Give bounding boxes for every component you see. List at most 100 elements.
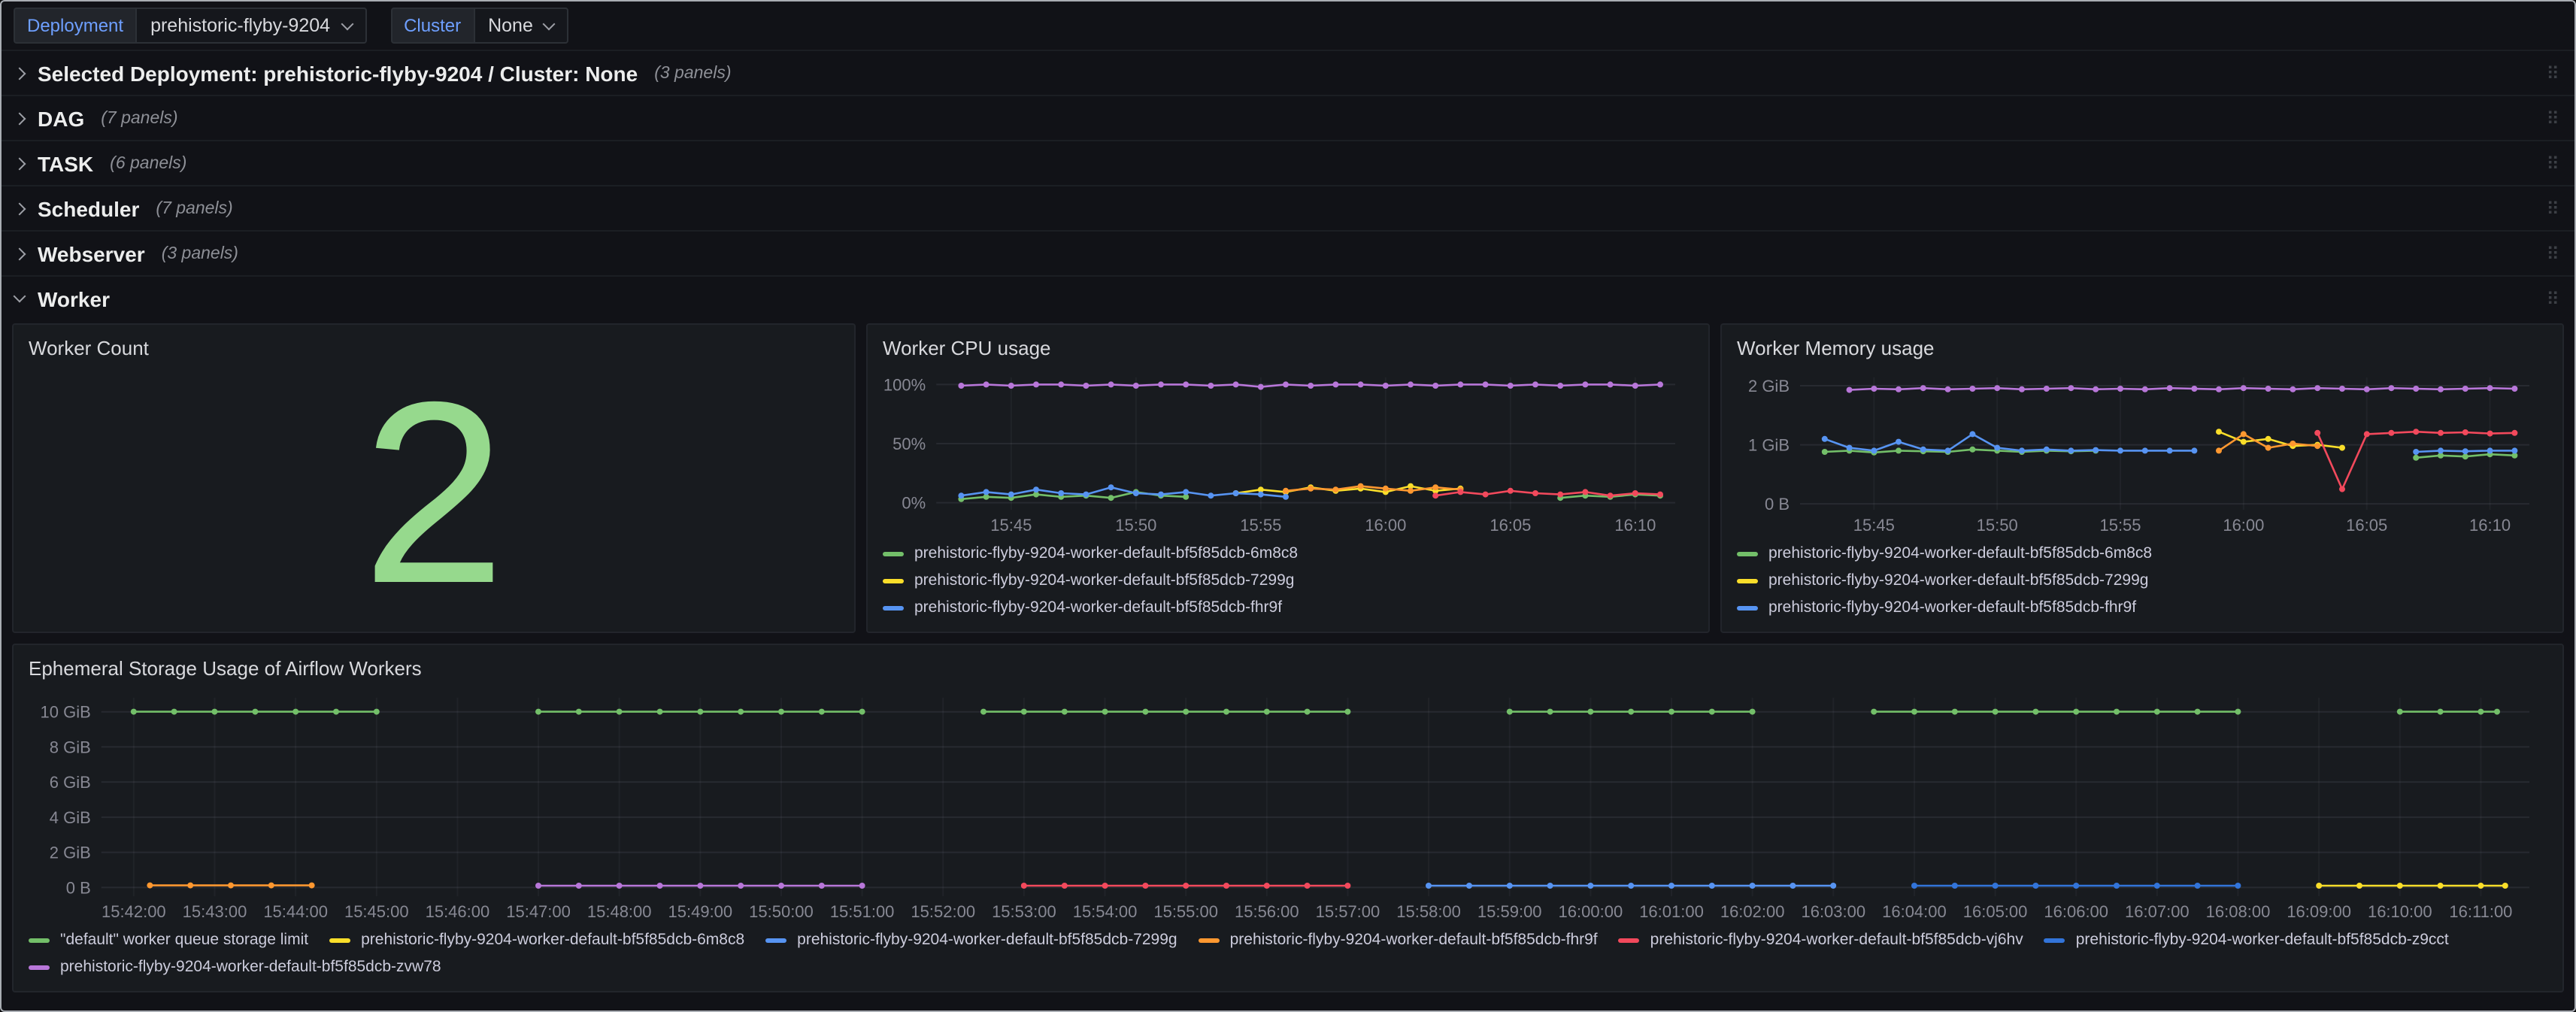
svg-text:16:10: 16:10 [2469, 516, 2511, 535]
worker-cpu-legend: prehistoric-flyby-9204-worker-default-bf… [883, 538, 1693, 620]
svg-text:15:46:00: 15:46:00 [426, 902, 490, 921]
legend-item[interactable]: prehistoric-flyby-9204-worker-default-bf… [883, 543, 1693, 565]
svg-text:15:45: 15:45 [1853, 516, 1895, 535]
cluster-variable-select[interactable]: None [473, 8, 569, 44]
svg-text:100%: 100% [883, 375, 926, 394]
series-name: prehistoric-flyby-9204-worker-default-bf… [1768, 543, 2152, 565]
legend-item[interactable]: prehistoric-flyby-9204-worker-default-bf… [883, 597, 1693, 620]
series-color-marker [883, 606, 904, 611]
series-name: "default" worker queue storage limit [60, 929, 308, 952]
legend-item[interactable]: prehistoric-flyby-9204-worker-default-bf… [1737, 597, 2547, 620]
chevron-right-icon [14, 247, 26, 260]
chevron-down-icon [14, 290, 26, 303]
series-color-marker [1199, 938, 1220, 943]
legend-item[interactable]: prehistoric-flyby-9204-worker-default-bf… [1199, 929, 1598, 952]
svg-text:16:01:00: 16:01:00 [1639, 902, 1704, 921]
svg-text:15:45:00: 15:45:00 [344, 902, 409, 921]
row-drag-handle[interactable]: ⠿ [2546, 243, 2561, 264]
svg-text:50%: 50% [893, 435, 926, 453]
series-color-marker [1737, 606, 1758, 611]
series-color-marker [29, 938, 50, 943]
legend-item[interactable]: prehistoric-flyby-9204-worker-default-bf… [883, 570, 1693, 592]
legend-item[interactable]: prehistoric-flyby-9204-worker-default-bf… [1737, 543, 2547, 565]
legend-item[interactable]: prehistoric-flyby-9204-worker-default-bf… [1619, 929, 2023, 952]
ephemeral-storage-chart[interactable]: 15:42:0015:43:0015:44:0015:45:0015:46:00… [29, 684, 2547, 925]
chevron-right-icon [14, 67, 26, 80]
row-drag-handle[interactable]: ⠿ [2546, 198, 2561, 219]
deployment-variable-select[interactable]: prehistoric-flyby-9204 [135, 8, 366, 44]
legend-item[interactable]: "default" worker queue storage limit [29, 929, 308, 952]
svg-text:16:09:00: 16:09:00 [2287, 902, 2351, 921]
svg-text:4 GiB: 4 GiB [50, 808, 91, 827]
row-title: Scheduler [38, 196, 139, 220]
legend-item[interactable]: prehistoric-flyby-9204-worker-default-bf… [329, 929, 744, 952]
svg-text:15:58:00: 15:58:00 [1396, 902, 1461, 921]
ephemeral-storage-panel: Ephemeral Storage Usage of Airflow Worke… [12, 644, 2564, 992]
svg-text:15:56:00: 15:56:00 [1235, 902, 1299, 921]
series-color-marker [765, 938, 786, 943]
panel-title-worker-memory[interactable]: Worker Memory usage [1737, 334, 2547, 364]
svg-text:0 B: 0 B [1765, 495, 1790, 514]
svg-text:15:48:00: 15:48:00 [587, 902, 652, 921]
svg-text:15:42:00: 15:42:00 [102, 902, 166, 921]
series-name: prehistoric-flyby-9204-worker-default-bf… [2076, 929, 2449, 952]
svg-text:15:45: 15:45 [990, 516, 1032, 535]
series-name: prehistoric-flyby-9204-worker-default-bf… [1230, 929, 1598, 952]
row-drag-handle[interactable]: ⠿ [2546, 288, 2561, 309]
worker-count-panel: Worker Count 2 [12, 323, 856, 633]
row-drag-handle[interactable]: ⠿ [2546, 108, 2561, 129]
panel-title-worker-cpu[interactable]: Worker CPU usage [883, 334, 1693, 364]
svg-text:16:10: 16:10 [1614, 516, 1656, 535]
svg-text:15:49:00: 15:49:00 [668, 902, 733, 921]
svg-text:0 B: 0 B [66, 878, 91, 897]
svg-text:15:51:00: 15:51:00 [830, 902, 895, 921]
chevron-right-icon [14, 202, 26, 215]
legend-item[interactable]: prehistoric-flyby-9204-worker-default-bf… [1737, 570, 2547, 592]
svg-text:2 GiB: 2 GiB [1748, 377, 1790, 395]
series-name: prehistoric-flyby-9204-worker-default-bf… [1768, 597, 2136, 620]
deployment-variable: Deployment prehistoric-flyby-9204 [14, 8, 366, 44]
row-drag-handle[interactable]: ⠿ [2546, 153, 2561, 174]
svg-text:10 GiB: 10 GiB [41, 703, 91, 722]
chevron-down-icon [341, 17, 353, 30]
row-dag[interactable]: DAG (7 panels) ⠿ [2, 95, 2574, 140]
grafana-dashboard: Deployment prehistoric-flyby-9204 Cluste… [0, 0, 2576, 1012]
series-color-marker [883, 579, 904, 583]
row-drag-handle[interactable]: ⠿ [2546, 62, 2561, 83]
series-name: prehistoric-flyby-9204-worker-default-bf… [1650, 929, 2023, 952]
row-scheduler[interactable]: Scheduler (7 panels) ⠿ [2, 185, 2574, 230]
svg-text:16:03:00: 16:03:00 [1801, 902, 1865, 921]
svg-text:16:00: 16:00 [2223, 516, 2264, 535]
deployment-variable-value: prehistoric-flyby-9204 [150, 15, 330, 36]
row-task[interactable]: TASK (6 panels) ⠿ [2, 140, 2574, 185]
svg-text:15:57:00: 15:57:00 [1316, 902, 1380, 921]
series-name: prehistoric-flyby-9204-worker-default-bf… [914, 597, 1282, 620]
svg-text:15:44:00: 15:44:00 [263, 902, 328, 921]
legend-item[interactable]: prehistoric-flyby-9204-worker-default-bf… [29, 956, 441, 979]
row-selected-deployment[interactable]: Selected Deployment: prehistoric-flyby-9… [2, 50, 2574, 95]
row-worker[interactable]: Worker ⠿ [2, 275, 2574, 320]
svg-text:16:05: 16:05 [1490, 516, 1531, 535]
row-title: Selected Deployment: prehistoric-flyby-9… [38, 61, 638, 85]
worker-cpu-panel: Worker CPU usage 15:4515:5015:5516:0016:… [866, 323, 1710, 633]
series-color-marker [1619, 938, 1640, 943]
panel-title-ephemeral-storage[interactable]: Ephemeral Storage Usage of Airflow Worke… [29, 654, 2547, 684]
svg-text:16:07:00: 16:07:00 [2125, 902, 2190, 921]
cluster-variable-value: None [488, 15, 533, 36]
row-webserver[interactable]: Webserver (3 panels) ⠿ [2, 230, 2574, 275]
svg-text:16:04:00: 16:04:00 [1882, 902, 1947, 921]
chevron-right-icon [14, 112, 26, 125]
svg-text:15:59:00: 15:59:00 [1477, 902, 1542, 921]
legend-item[interactable]: prehistoric-flyby-9204-worker-default-bf… [765, 929, 1177, 952]
svg-text:15:50:00: 15:50:00 [749, 902, 814, 921]
legend-item[interactable]: prehistoric-flyby-9204-worker-default-bf… [2044, 929, 2449, 952]
svg-text:16:06:00: 16:06:00 [2044, 902, 2108, 921]
worker-count-stat: 2 [29, 364, 839, 623]
row-title: DAG [38, 106, 84, 130]
svg-text:15:55:00: 15:55:00 [1153, 902, 1218, 921]
series-name: prehistoric-flyby-9204-worker-default-bf… [1768, 570, 2148, 592]
worker-memory-usage-chart[interactable]: 15:4515:5015:5516:0016:0516:100 B1 GiB2 … [1737, 364, 2547, 538]
worker-cpu-usage-chart[interactable]: 15:4515:5015:5516:0016:0516:100%50%100% [883, 364, 1693, 538]
svg-text:0%: 0% [902, 494, 926, 513]
svg-text:1 GiB: 1 GiB [1748, 436, 1790, 455]
